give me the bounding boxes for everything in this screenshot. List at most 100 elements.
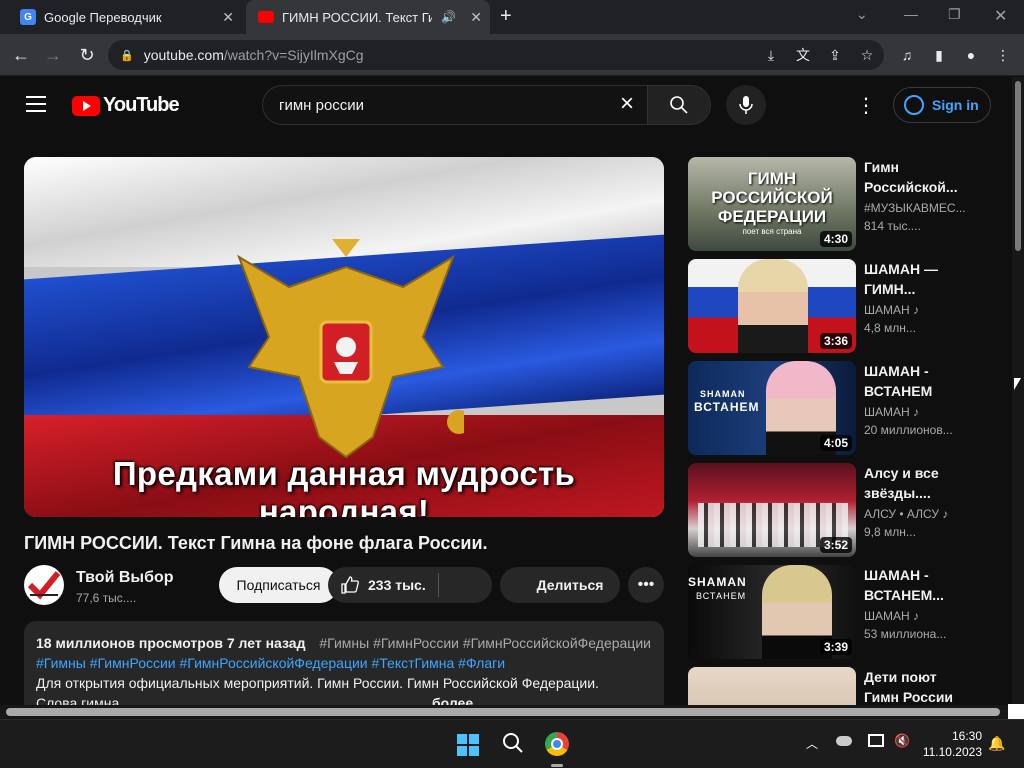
show-more-link[interactable]: более <box>432 693 473 705</box>
recommended-video[interactable]: Дети поют Гимн России <box>688 667 1008 705</box>
video-title: Алсу и все звёзды.... <box>864 465 939 501</box>
new-tab-button[interactable]: + <box>500 5 512 28</box>
search-button[interactable] <box>647 85 711 125</box>
url-path: /watch?v=SijyIlmXgCg <box>223 47 364 63</box>
lock-icon: 🔒 <box>120 49 134 62</box>
tab-search-icon[interactable]: ⌄ <box>856 6 868 23</box>
microphone-icon <box>739 96 753 114</box>
description-box[interactable]: 18 миллионов просмотров 7 лет назад #Гим… <box>24 621 664 705</box>
scrollbar-thumb[interactable] <box>6 708 1000 716</box>
forward-button[interactable]: → <box>40 42 66 68</box>
recommended-video[interactable]: SHAMAN ВСТАНЕМ 3:39 ШАМАН - ВСТАНЕМ... ША… <box>688 565 1008 659</box>
minimize-button[interactable]: — <box>904 6 918 22</box>
recommended-video[interactable]: ГИМН РОССИЙСКОЙ ФЕДЕРАЦИИ поет вся стран… <box>688 157 1008 251</box>
scrollbar-corner <box>1008 704 1024 720</box>
media-control-icon[interactable]: ♫ <box>898 46 916 64</box>
video-thumbnail: 3:52 <box>688 463 856 557</box>
thumbnail-subtext: ВСТАНЕМ <box>696 591 747 601</box>
video-thumbnail: SHAMAN ВСТАНЕМ 4:05 <box>688 361 856 455</box>
back-button[interactable]: ← <box>8 42 34 68</box>
video-duration: 3:36 <box>819 333 852 349</box>
singer-figure <box>738 259 808 353</box>
vertical-scrollbar[interactable] <box>1012 77 1024 705</box>
view-count: 53 миллиона... <box>864 627 947 641</box>
system-clock[interactable]: 16:30 11.10.2023 <box>923 728 982 760</box>
coat-of-arms-emblem <box>237 239 464 459</box>
taskbar-search-icon[interactable] <box>502 732 524 759</box>
tab-youtube[interactable]: ГИМН РОССИИ. Текст Гимн 🔊 ✕ <box>246 0 490 34</box>
description-text: Для открытия официальных мероприятий. Ги… <box>36 675 599 691</box>
like-button[interactable]: 233 тыс. <box>328 567 492 603</box>
clear-search-icon[interactable]: × <box>620 92 634 116</box>
chrome-running-indicator <box>551 764 563 767</box>
scrollbar-thumb[interactable] <box>1015 81 1021 251</box>
search-input[interactable]: гимн россии <box>262 85 648 125</box>
google-translate-icon: G <box>20 9 36 25</box>
share-icon[interactable]: ⇪ <box>826 46 844 64</box>
translate-page-icon[interactable]: 文 <box>794 46 812 64</box>
chrome-taskbar-icon[interactable] <box>545 732 569 756</box>
youtube-favicon-icon <box>258 11 274 23</box>
video-title: ШАМАН - ВСТАНЕМ <box>864 363 933 399</box>
tab-google-translate[interactable]: G Google Переводчик ✕ <box>10 0 242 34</box>
video-caption: Предками данная мудрость народная! <box>112 455 576 517</box>
close-window-button[interactable]: ✕ <box>994 6 1007 26</box>
settings-more-icon[interactable]: ⋮ <box>856 93 876 118</box>
volume-muted-icon[interactable]: 🔇 <box>894 733 910 749</box>
channel-avatar[interactable] <box>24 565 64 605</box>
profile-icon[interactable]: ● <box>962 46 980 64</box>
reload-button[interactable]: ↻ <box>74 42 100 68</box>
thumbnail-text: SHAMAN <box>688 575 747 589</box>
sign-in-button[interactable]: Sign in <box>893 87 991 123</box>
install-app-icon[interactable]: ⤓ <box>762 46 780 64</box>
video-thumbnail: ГИМН РОССИЙСКОЙ ФЕДЕРАЦИИ поет вся стран… <box>688 157 856 251</box>
video-title: Гимн Российской... <box>864 159 958 195</box>
search-icon <box>670 96 688 114</box>
hashtag-links[interactable]: #Гимны #ГимнРоссии #ГимнРоссийскойФедера… <box>36 653 652 673</box>
description-text-2: Слова гимна <box>36 695 120 705</box>
recommended-video[interactable]: 3:52 Алсу и все звёзды.... АЛСУ • АЛСУ ♪ … <box>688 463 1008 557</box>
recommended-video[interactable]: 3:36 ШАМАН — ГИМН... ШАМАН ♪ 4,8 млн... <box>688 259 1008 353</box>
youtube-logo[interactable]: YouTube <box>72 94 180 117</box>
clock-time: 16:30 <box>951 729 982 743</box>
channel-name: ШАМАН ♪ <box>864 405 920 419</box>
menu-icon[interactable] <box>26 96 46 112</box>
search-query: гимн россии <box>279 96 365 114</box>
url-host: youtube.com <box>143 47 224 63</box>
chrome-menu-icon[interactable]: ⋮ <box>994 46 1012 64</box>
video-thumbnail: SHAMAN ВСТАНЕМ 3:39 <box>688 565 856 659</box>
recommended-video[interactable]: SHAMAN ВСТАНЕМ 4:05 ШАМАН - ВСТАНЕМ ШАМАН… <box>688 361 1008 455</box>
video-title: Дети поют Гимн России <box>864 669 954 705</box>
windows-taskbar: ︿ 🔇 16:30 11.10.2023 🔔 <box>0 719 1024 768</box>
video-thumbnail <box>688 667 856 705</box>
close-tab-icon[interactable]: ✕ <box>470 9 482 26</box>
close-tab-icon[interactable]: ✕ <box>222 9 234 26</box>
notification-bell-icon[interactable]: 🔔 <box>988 735 1005 752</box>
channel-name[interactable]: Твой Выбор <box>76 569 174 587</box>
share-button[interactable]: Делиться <box>500 567 620 603</box>
browser-toolbar: ← → ↻ 🔒 youtube.com/watch?v=SijyIlmXgCg … <box>0 34 1024 76</box>
restore-button[interactable]: ❐ <box>948 6 961 23</box>
more-actions-button[interactable]: ••• <box>628 567 664 603</box>
video-duration: 3:52 <box>819 537 852 553</box>
subscriber-count: 77,6 тыс.... <box>76 591 137 605</box>
video-player[interactable]: Предками данная мудрость народная! <box>24 157 664 517</box>
display-icon[interactable] <box>868 734 884 747</box>
audio-playing-icon[interactable]: 🔊 <box>441 10 456 24</box>
show-hidden-icons-icon[interactable]: ︿ <box>806 735 818 752</box>
voice-search-button[interactable] <box>726 85 766 125</box>
horizontal-scrollbar[interactable] <box>0 705 1024 719</box>
subscribe-button[interactable]: Подписаться <box>219 567 338 603</box>
view-count: 4,8 млн... <box>864 321 916 335</box>
video-duration: 4:30 <box>819 231 852 247</box>
side-panel-icon[interactable]: ▮ <box>930 46 948 64</box>
mouse-cursor-icon <box>1014 378 1021 390</box>
view-count: 20 миллионов... <box>864 423 953 437</box>
onedrive-icon[interactable] <box>836 736 852 746</box>
windows-start-icon[interactable] <box>457 734 479 756</box>
video-title: ГИМН РОССИИ. Текст Гимна на фоне флага Р… <box>24 533 488 553</box>
bookmark-star-icon[interactable]: ☆ <box>858 46 876 64</box>
like-count: 233 тыс. <box>368 577 426 593</box>
channel-name: ШАМАН ♪ <box>864 609 920 623</box>
video-title: ШАМАН - ВСТАНЕМ... <box>864 567 944 603</box>
